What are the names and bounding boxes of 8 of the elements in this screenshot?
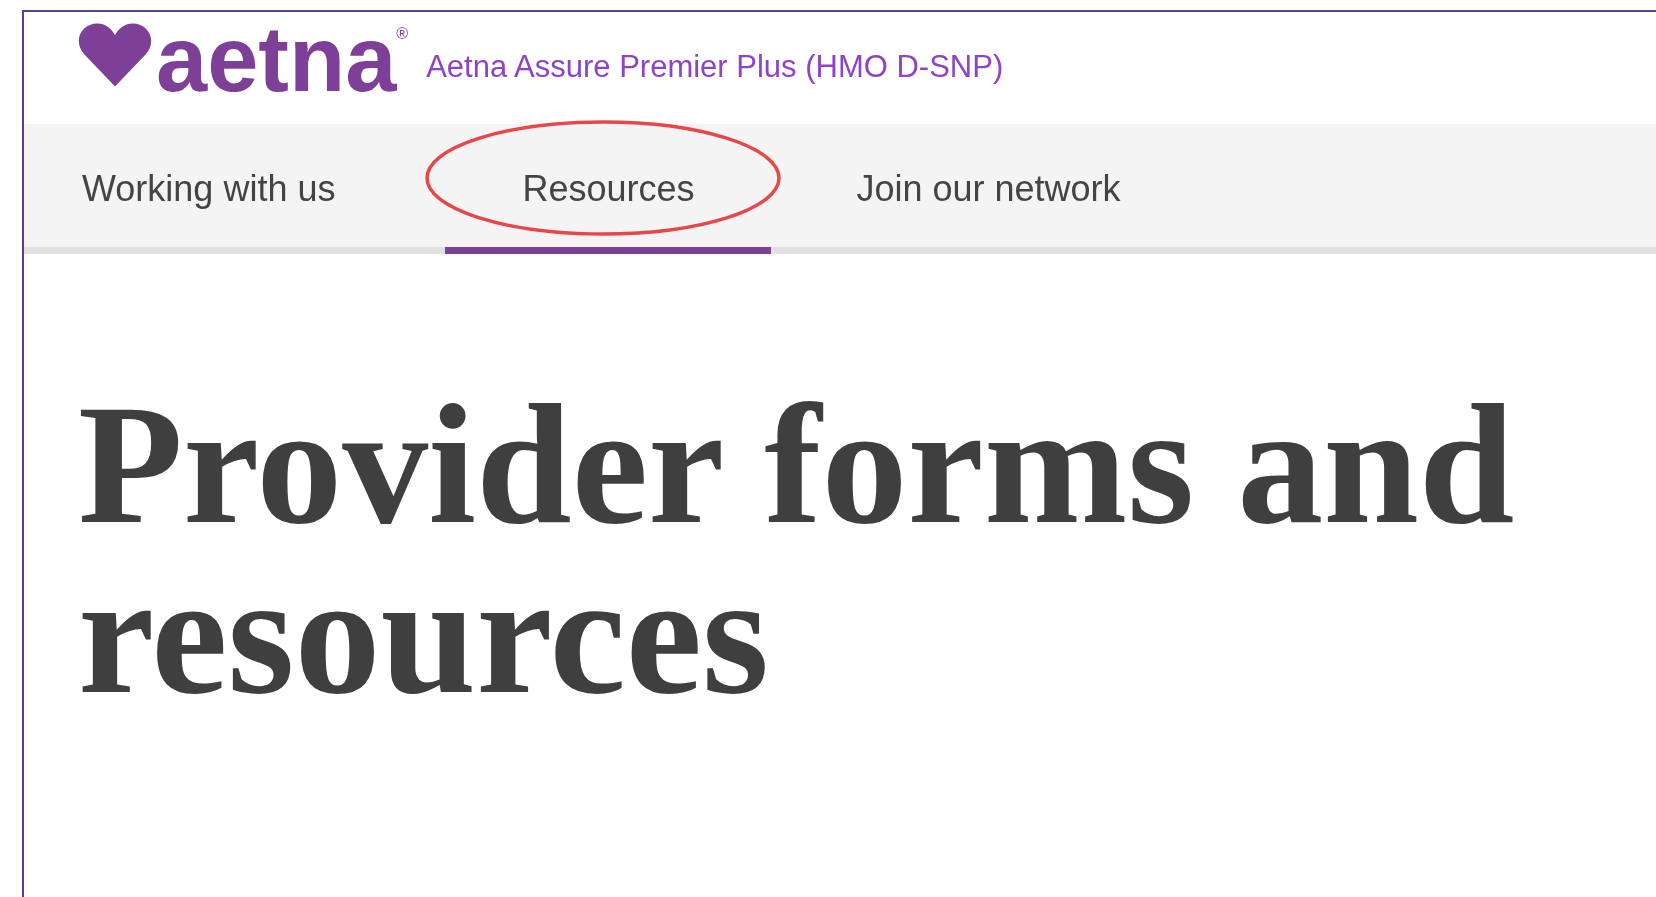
logo-wordmark: aetna <box>156 24 397 94</box>
nav-tab[interactable]: Working with us <box>24 124 446 254</box>
plan-name: Aetna Assure Premier Plus (HMO D-SNP) <box>426 47 1004 86</box>
nav-tab[interactable]: Resources <box>445 124 772 254</box>
nav-tab[interactable]: Join our network <box>771 124 1161 254</box>
registered-mark: ® <box>396 24 409 42</box>
page-heading: Provider forms and resources <box>77 379 1516 719</box>
heart-icon <box>76 22 154 88</box>
